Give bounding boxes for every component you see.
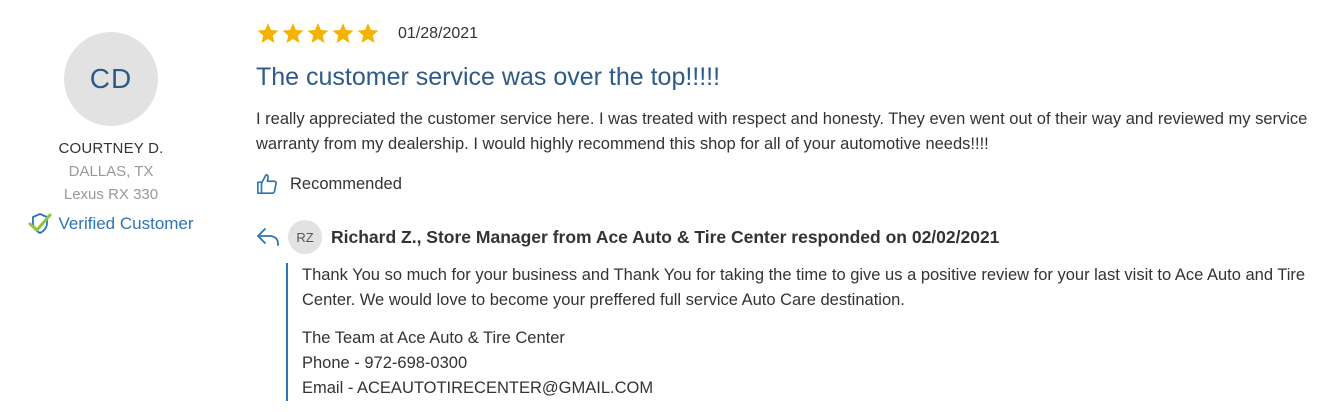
thumbs-up-icon: [256, 173, 278, 195]
recommended-indicator: Recommended: [256, 173, 402, 195]
star-icon: [356, 22, 380, 45]
reviewer-panel: CD COURTNEY D. DALLAS, TX Lexus RX 330 V…: [0, 0, 222, 236]
star-icon: [331, 22, 355, 45]
signature-team: The Team at Ace Auto & Tire Center: [302, 329, 565, 347]
reply-arrow-icon: [256, 227, 280, 247]
star-rating: [256, 22, 380, 45]
reviewer-vehicle: Lexus RX 330: [63, 186, 159, 203]
star-icon: [306, 22, 330, 45]
response-signature: The Team at Ace Auto & Tire Center Phone…: [302, 326, 1318, 401]
review-date: 01/28/2021: [398, 24, 479, 42]
avatar: CD: [64, 32, 158, 126]
review-title: The customer service was over the top!!!…: [256, 63, 721, 91]
star-icon: [256, 22, 280, 45]
reviewer-name: COURTNEY D.: [58, 140, 164, 157]
star-icon: [281, 22, 305, 45]
verified-customer-badge: Verified Customer: [28, 212, 194, 236]
reviewer-location: DALLAS, TX: [68, 163, 154, 180]
response-body: Thank You so much for your business and …: [286, 263, 1318, 401]
recommended-label: Recommended: [290, 174, 402, 193]
response-message: Thank You so much for your business and …: [302, 266, 1306, 309]
verified-badge-icon: [28, 212, 52, 236]
response-title: Richard Z., Store Manager from Ace Auto …: [331, 226, 1000, 247]
verified-customer-label: Verified Customer: [58, 214, 194, 233]
signature-email: Email - ACEAUTOTIRECENTER@GMAIL.COM: [302, 379, 654, 397]
review-body: I really appreciated the customer servic…: [256, 110, 1308, 153]
responder-avatar: RZ: [288, 220, 322, 254]
response-header: RZ Richard Z., Store Manager from Ace Au…: [256, 220, 999, 254]
rating-row: 01/28/2021: [256, 22, 478, 45]
signature-phone: Phone - 972-698-0300: [302, 354, 468, 372]
